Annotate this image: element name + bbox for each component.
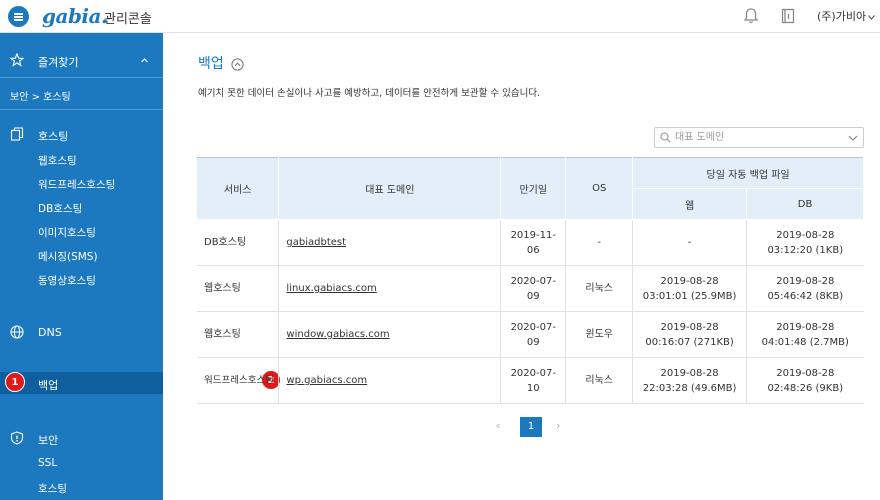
col-header-domain: 대표 도메인 (278, 157, 502, 220)
menu-icon[interactable] (8, 6, 29, 27)
bell-icon[interactable] (742, 7, 760, 25)
sidebar-item-label: 호스팅 (38, 130, 69, 143)
expiry-cell: 2020-07- 09 (500, 265, 566, 312)
db-backup-cell: 2019-08-28 02:48:26 (9KB) (746, 357, 864, 404)
sidebar-item-label: 즐겨찾기 (38, 56, 79, 69)
expiry-cell: 2020-07- 10 (500, 357, 566, 404)
shield-icon (10, 431, 24, 445)
pagination: ‹ 1 › (496, 417, 571, 437)
backup-table: 서비스 대표 도메인 만기일 OS 당일 자동 백업 파일 웹 DB DB호스팅… (197, 157, 864, 404)
sidebar-divider (0, 77, 163, 78)
page-title: 백업 (198, 56, 224, 72)
chevron-up-circle-icon[interactable] (231, 58, 244, 71)
web-backup-cell: 2019-08-28 00:16:07 (271KB) (632, 311, 747, 358)
col-header-web: 웹 (632, 188, 748, 220)
sidebar-item-security[interactable]: 보안 (0, 431, 163, 447)
sidebar-item-video-hosting[interactable]: 동영상호스팅 (38, 273, 96, 288)
top-bar: gabia. 관리콘솔 (주)가비아 (0, 0, 880, 33)
gabia-logo[interactable]: gabia. (42, 4, 108, 28)
domain-link[interactable]: gabiadbtest (286, 237, 346, 248)
sidebar-breadcrumb[interactable]: 보안 > 호스팅 (10, 88, 71, 103)
domain-link[interactable]: window.gabiacs.com (286, 329, 389, 340)
search-input[interactable] (675, 130, 835, 145)
sidebar-item-label: DNS (38, 326, 62, 339)
service-cell: 웹호스팅 (197, 311, 279, 358)
chevron-up-icon (141, 58, 148, 63)
os-cell: 리눅스 (565, 357, 633, 404)
sidebar-item-wordpress-hosting[interactable]: 워드프레스호스팅 (38, 177, 115, 192)
domain-cell: window.gabiacs.com (278, 311, 501, 358)
table-row: 웹호스팅 linux.gabiacs.com 2020-07- 09 리눅스 20… (197, 265, 864, 312)
domain-link[interactable]: wp.gabiacs.com (286, 375, 367, 386)
expiry-cell: 2019-11- 06 (500, 219, 566, 266)
service-cell: DB호스팅 (197, 219, 279, 266)
web-backup-cell: 2019-08-28 03:01:01 (25.9MB) (632, 265, 747, 312)
col-header-os: OS (565, 157, 634, 220)
os-cell: 리눅스 (565, 265, 633, 312)
copy-icon (10, 127, 24, 141)
service-cell: 웹호스팅 (197, 265, 279, 312)
table-row: DB호스팅 gabiadbtest 2019-11- 06 - - 2019-08… (197, 219, 864, 266)
search-icon (660, 132, 671, 143)
web-backup-cell: - (632, 219, 747, 266)
sidebar-item-dns[interactable]: DNS (0, 325, 163, 341)
console-title: 관리콘솔 (104, 12, 152, 27)
step-marker-1: 1 (5, 372, 25, 392)
db-backup-cell: 2019-08-28 04:01:48 (2.7MB) (746, 311, 864, 358)
col-header-expiry: 만기일 (500, 157, 567, 220)
next-page-button[interactable]: › (556, 419, 566, 432)
sidebar-item-db-hosting[interactable]: DB호스팅 (38, 201, 82, 216)
prev-page-button[interactable]: ‹ (496, 419, 506, 432)
sidebar-item-ssl[interactable]: SSL (38, 457, 57, 469)
sidebar: 즐겨찾기 보안 > 호스팅 호스팅 웹호스팅 워드프레스호스팅 DB호스팅 이미… (0, 33, 163, 500)
chevron-down-icon (868, 14, 875, 20)
sidebar-item-label: 보안 (38, 434, 59, 447)
domain-cell: gabiadbtest (278, 219, 501, 266)
col-header-daily-backup: 당일 자동 백업 파일 (632, 157, 864, 189)
sidebar-item-hosting[interactable]: 호스팅 (0, 127, 163, 143)
db-backup-cell: 2019-08-28 03:12:20 (1KB) (746, 219, 864, 266)
chevron-down-icon[interactable] (848, 133, 858, 143)
sidebar-item-label: 백업 (38, 379, 59, 392)
page-description: 예기치 못한 데이터 손실이나 사고를 예방하고, 데이터를 안전하게 보관할 … (198, 88, 541, 99)
sidebar-item-sms[interactable]: 메시징(SMS) (38, 249, 98, 264)
db-backup-cell: 2019-08-28 05:46:42 (8KB) (746, 265, 864, 312)
domain-link[interactable]: linux.gabiacs.com (286, 283, 376, 294)
domain-cell: wp.gabiacs.com (278, 357, 501, 404)
globe-icon (10, 325, 24, 339)
os-cell: - (565, 219, 633, 266)
book-icon[interactable] (779, 7, 797, 25)
domain-cell: linux.gabiacs.com (278, 265, 501, 312)
sidebar-divider (0, 109, 163, 110)
col-header-db: DB (746, 188, 864, 220)
col-header-service: 서비스 (197, 157, 280, 220)
domain-search-select[interactable] (654, 127, 864, 148)
sidebar-item-security-hosting[interactable]: 호스팅 (38, 481, 67, 496)
os-cell: 윈도우 (565, 311, 633, 358)
page-1-button[interactable]: 1 (520, 417, 542, 437)
web-backup-cell: 2019-08-28 22:03:28 (49.6MB) (632, 357, 747, 404)
expiry-cell: 2020-07- 09 (500, 311, 566, 358)
sidebar-item-web-hosting[interactable]: 웹호스팅 (38, 153, 77, 168)
sidebar-item-image-hosting[interactable]: 이미지호스팅 (38, 225, 96, 240)
table-row: 워드프레스호스팅 wp.gabiacs.com 2020-07- 10 리눅스 2… (197, 357, 864, 404)
account-name: (주)가비아 (817, 10, 867, 23)
sidebar-item-favorites[interactable]: 즐겨찾기 (0, 53, 163, 69)
service-cell: 워드프레스호스팅 (197, 357, 279, 404)
account-menu[interactable]: (주)가비아 (817, 8, 875, 24)
star-icon (10, 53, 24, 67)
table-row: 웹호스팅 window.gabiacs.com 2020-07- 09 윈도우 2… (197, 311, 864, 358)
